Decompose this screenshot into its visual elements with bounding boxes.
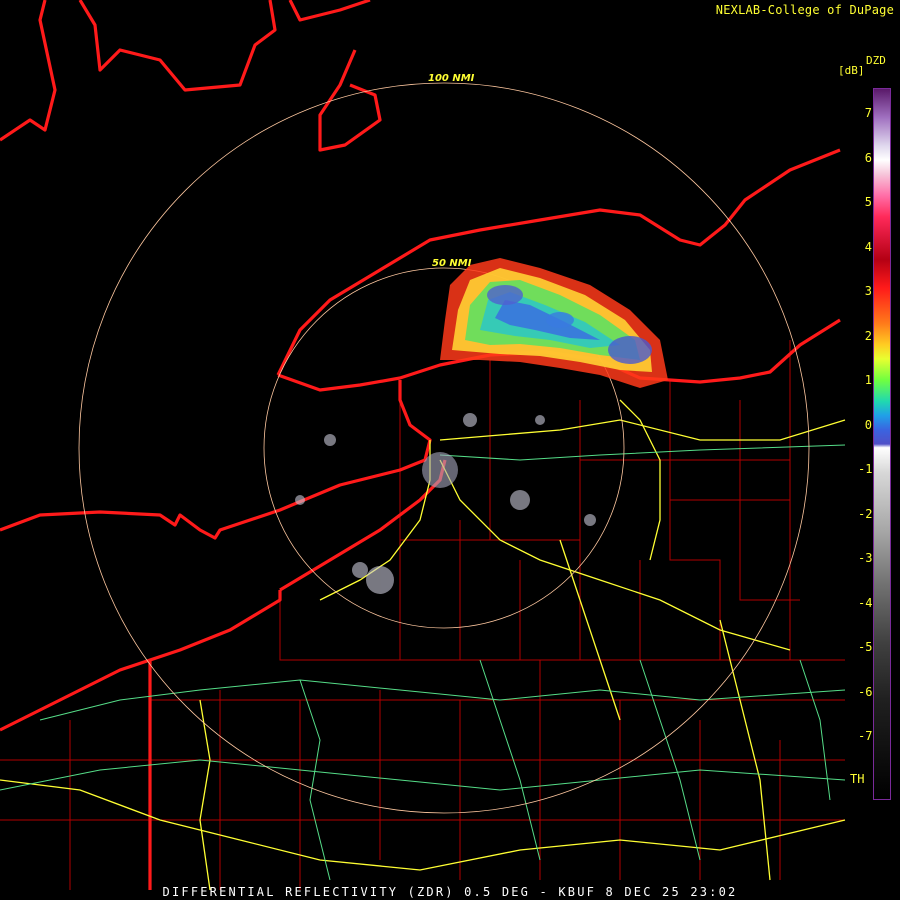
legend-tick: 5 [864,195,872,209]
legend-tick: -7 [858,729,873,743]
legend-tick: -3 [858,551,873,565]
radar-display: NEXLAB-College of DuPage 100 NMI 50 NMI … [0,0,900,900]
legend-tick: 4 [864,239,872,254]
state-borders [0,0,841,890]
ring-100nmi [78,82,810,814]
legend-tick: -6 [858,684,873,699]
ring-label-inner: 50 NMI [432,258,472,269]
range-rings [78,82,810,814]
legend-threshold: TH [850,772,865,786]
legend-title: DZD [866,54,886,67]
legend-tick: 1 [864,373,872,387]
footer-caption: DIFFERENTIAL REFLECTIVITY (ZDR) 0.5 DEG … [162,885,738,899]
legend-color-bar [873,88,891,800]
legend-tick: 0 [864,417,872,432]
zdr-echo [440,258,668,388]
legend-tick: 7 [864,106,872,120]
legend-tick: 2 [864,328,872,343]
legend-tick: 6 [864,150,872,165]
legend-unit: [dB] [838,64,865,77]
legend-tick: 3 [864,284,872,298]
ring-label-outer: 100 NMI [428,73,475,84]
legend-tick: -4 [858,595,873,610]
credit-label: NEXLAB-College of DuPage [715,3,894,17]
legend-tick: -2 [858,506,873,521]
legend-tick: -5 [858,640,873,654]
legend-tick: -1 [858,462,873,476]
radar-map [0,0,846,891]
